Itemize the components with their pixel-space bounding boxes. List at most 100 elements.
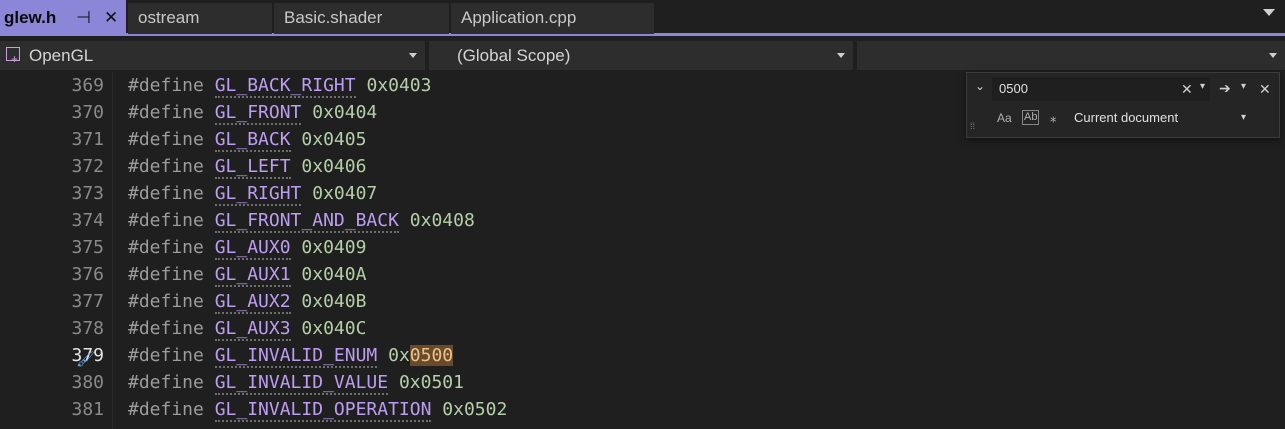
tab-label: Application.cpp — [461, 8, 577, 27]
code-text: #define GL_AUX3 0x040C — [128, 315, 366, 342]
macro-name[interactable]: GL_BACK — [214, 129, 291, 152]
macro-value: 0x040B — [301, 291, 367, 312]
line-number: 370 — [71, 102, 104, 123]
preprocessor-keyword: #define — [128, 156, 204, 177]
code-text: #define GL_FRONT_AND_BACK 0x0408 — [128, 207, 475, 234]
macro-value: 0x0404 — [312, 102, 378, 123]
tab-basic-shader[interactable]: Basic.shader — [274, 3, 449, 34]
pin-icon[interactable]: ⊣ — [76, 0, 91, 34]
chevron-down-icon[interactable]: ▾ — [1241, 110, 1246, 126]
line-number: 369 — [71, 75, 104, 96]
macro-name[interactable]: GL_INVALID_OPERATION — [214, 399, 432, 422]
code-text: #define GL_RIGHT 0x0407 — [128, 180, 377, 207]
clear-search-icon[interactable]: ✕ — [1181, 81, 1193, 97]
tab-application-cpp[interactable]: Application.cpp — [451, 3, 654, 34]
chevron-down-icon — [1269, 53, 1277, 58]
tab-label: glew.h — [4, 8, 57, 27]
preprocessor-keyword: #define — [128, 237, 204, 258]
preprocessor-keyword: #define — [128, 129, 204, 150]
find-widget: ⌄ 0500 ✕ ▾ ➔ ▾ ✕ ⁞⁞ Aa Ab ⁎ Current docu… — [966, 72, 1280, 138]
tab-overflow-icon[interactable] — [1263, 9, 1275, 16]
code-text: #define GL_FRONT 0x0404 — [128, 99, 377, 126]
search-history-icon[interactable]: ▾ — [1200, 79, 1205, 95]
line-number: 371 — [71, 129, 104, 150]
macro-value: 0x0407 — [312, 183, 378, 204]
code-line[interactable]: 375 #define GL_AUX0 0x0409 — [0, 234, 1285, 261]
code-text: #define GL_INVALID_ENUM 0x0500 — [128, 342, 454, 369]
preprocessor-keyword: #define — [128, 102, 204, 123]
preprocessor-keyword: #define — [128, 183, 204, 204]
preprocessor-keyword: #define — [128, 210, 204, 231]
macro-name[interactable]: GL_AUX0 — [214, 237, 291, 260]
macro-name[interactable]: GL_INVALID_ENUM — [214, 345, 378, 368]
code-text: #define GL_INVALID_OPERATION 0x0502 — [128, 396, 507, 423]
preprocessor-keyword: #define — [128, 264, 204, 285]
preprocessor-keyword: #define — [128, 318, 204, 339]
code-line[interactable]: 372 #define GL_LEFT 0x0406 — [0, 153, 1285, 180]
line-number: 380 — [71, 372, 104, 393]
close-icon[interactable]: ✕ — [1259, 81, 1271, 97]
find-next-icon[interactable]: ➔ — [1219, 80, 1231, 96]
macro-name[interactable]: GL_FRONT_AND_BACK — [214, 210, 399, 233]
preprocessor-keyword: #define — [128, 75, 204, 96]
code-text: #define GL_BACK_RIGHT 0x0403 — [128, 72, 431, 99]
search-scope-dropdown[interactable]: Current document — [1074, 110, 1178, 126]
line-number: 377 — [71, 291, 104, 312]
project-icon — [6, 45, 20, 74]
macro-name[interactable]: GL_INVALID_VALUE — [214, 372, 389, 395]
resize-grip-icon[interactable]: ⁞⁞ — [970, 121, 975, 131]
macro-name[interactable]: GL_AUX1 — [214, 264, 291, 287]
code-line[interactable]: 377 #define GL_AUX2 0x040B — [0, 288, 1285, 315]
macro-value: 0x0408 — [409, 210, 475, 231]
regex-toggle-icon[interactable]: ⁎ — [1050, 110, 1057, 126]
project-dropdown[interactable]: OpenGL — [0, 41, 425, 74]
find-options-icon[interactable]: ▾ — [1241, 79, 1246, 95]
macro-name[interactable]: GL_LEFT — [214, 156, 291, 179]
line-number: 372 — [71, 156, 104, 177]
code-line[interactable]: 379 🖌 #define GL_INVALID_ENUM 0x0500 — [0, 342, 1285, 369]
member-dropdown[interactable] — [857, 41, 1285, 70]
code-line[interactable]: 381 #define GL_INVALID_OPERATION 0x0502 — [0, 396, 1285, 423]
line-number: 375 — [71, 237, 104, 258]
document-tab-strip: glew.h ⊣ ✕ ostream Basic.shader Applicat… — [0, 0, 1285, 36]
code-text: #define GL_AUX2 0x040B — [128, 288, 366, 315]
find-input[interactable]: 0500 — [992, 77, 1210, 101]
code-text: #define GL_AUX1 0x040A — [128, 261, 366, 288]
match-case-toggle[interactable]: Aa — [997, 110, 1012, 126]
preprocessor-keyword: #define — [128, 372, 204, 393]
tab-label: Basic.shader — [284, 8, 383, 27]
navigation-bar: OpenGL (Global Scope) — [0, 39, 1285, 74]
macro-value: 0x0502 — [442, 399, 508, 420]
code-text: #define GL_AUX0 0x0409 — [128, 234, 366, 261]
scope-dropdown[interactable]: (Global Scope) — [429, 41, 853, 70]
tab-label: ostream — [138, 8, 200, 27]
preprocessor-keyword: #define — [128, 291, 204, 312]
chevron-down-icon — [409, 53, 417, 58]
code-line[interactable]: 378 #define GL_AUX3 0x040C — [0, 315, 1285, 342]
code-line[interactable]: 376 #define GL_AUX1 0x040A — [0, 261, 1285, 288]
macro-value: 0x0501 — [398, 372, 464, 393]
scope-label: (Global Scope) — [457, 46, 571, 65]
macro-value: 0x0406 — [301, 156, 367, 177]
code-line[interactable]: 374 #define GL_FRONT_AND_BACK 0x0408 — [0, 207, 1285, 234]
code-text: #define GL_BACK 0x0405 — [128, 126, 366, 153]
line-number: 374 — [71, 210, 104, 231]
line-number: 378 — [71, 318, 104, 339]
whole-word-toggle[interactable]: Ab — [1022, 110, 1040, 125]
close-icon[interactable]: ✕ — [104, 0, 118, 34]
macro-name[interactable]: GL_AUX3 — [214, 318, 291, 341]
macro-value-prefix: 0x — [388, 345, 410, 366]
macro-name[interactable]: GL_BACK_RIGHT — [214, 75, 356, 98]
chevron-down-icon — [837, 53, 845, 58]
code-line[interactable]: 373 #define GL_RIGHT 0x0407 — [0, 180, 1285, 207]
macro-name[interactable]: GL_FRONT — [214, 102, 302, 125]
macro-value: 0x040C — [301, 318, 367, 339]
preprocessor-keyword: #define — [128, 345, 204, 366]
code-line[interactable]: 380 #define GL_INVALID_VALUE 0x0501 — [0, 369, 1285, 396]
tab-ostream[interactable]: ostream — [128, 3, 272, 34]
macro-name[interactable]: GL_AUX2 — [214, 291, 291, 314]
macro-value: 0x040A — [301, 264, 367, 285]
code-text: #define GL_INVALID_VALUE 0x0501 — [128, 369, 464, 396]
macro-name[interactable]: GL_RIGHT — [214, 183, 302, 206]
chevron-down-icon[interactable]: ⌄ — [975, 79, 985, 93]
